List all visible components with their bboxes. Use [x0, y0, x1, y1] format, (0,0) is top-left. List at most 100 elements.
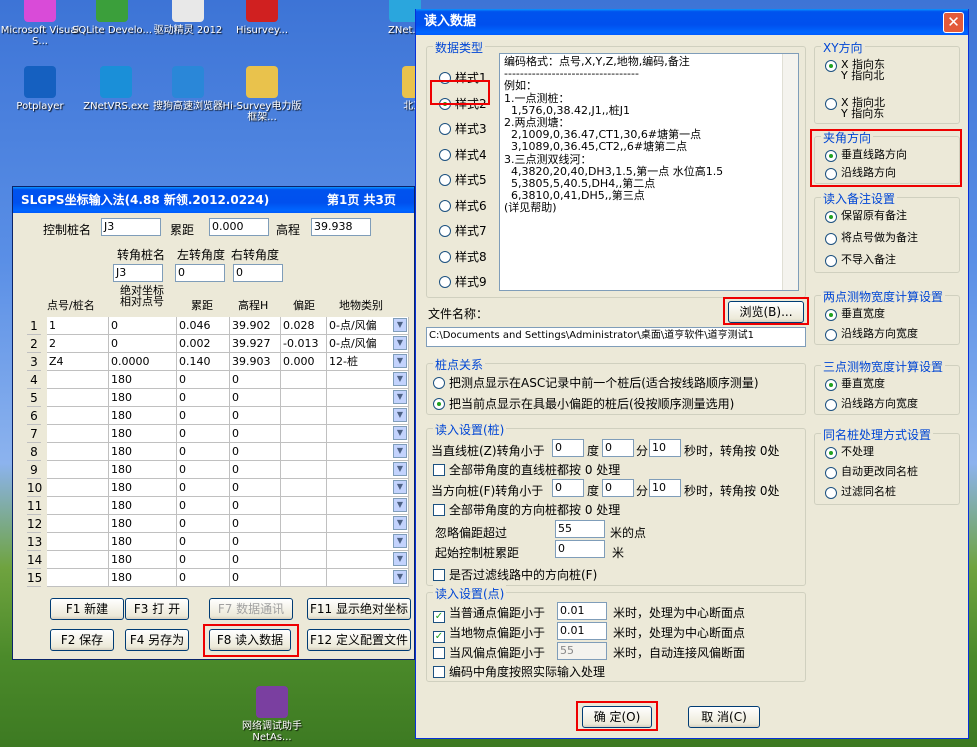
style-radio[interactable]: 样式5 [439, 171, 487, 188]
chk-code[interactable]: 编码中角度按照实际输入处理 [433, 663, 605, 680]
grid-cell[interactable]: 0 [177, 533, 230, 551]
grid-cell[interactable]: 39.902 [230, 317, 281, 335]
grid-cell[interactable]: 0 [230, 443, 281, 461]
slgps-button[interactable]: F12 定义配置文件 [307, 629, 411, 651]
slgps-button[interactable]: F3 打 开 [125, 598, 189, 620]
pt-row-input[interactable]: 0.01 [557, 602, 607, 620]
desktop-icon[interactable]: Potplayer [0, 66, 80, 112]
chk-dir[interactable]: 全部带角度的方向桩都按 0 处理 [433, 501, 620, 518]
grid-cell[interactable]: 0 [109, 335, 177, 353]
grid-cell[interactable]: 180 [109, 497, 177, 515]
desktop-icon[interactable]: 网络调试助手 NetAs... [232, 686, 312, 743]
pile-option-2[interactable]: 把当前点显示在具最小偏距的桩后(役按顺序测量选用) [433, 395, 734, 412]
grid-cell[interactable]: 0 [230, 461, 281, 479]
grid-cell[interactable] [47, 515, 109, 533]
grid-cell[interactable] [47, 479, 109, 497]
grid-cell[interactable]: Z4 [47, 353, 109, 371]
pt-row[interactable]: ✓ 当地物点偏距小于 [433, 624, 545, 643]
grid-cell[interactable]: 180 [109, 425, 177, 443]
grid-cell[interactable]: 0 [177, 461, 230, 479]
style-radio[interactable]: 样式3 [439, 120, 487, 137]
chevron-down-icon[interactable]: ▼ [393, 444, 407, 458]
grid-cell[interactable]: 0.140 [177, 353, 230, 371]
grid-cell[interactable]: 0 [230, 371, 281, 389]
straight-deg-input[interactable]: 0 [552, 439, 584, 457]
dir-min-input[interactable]: 0 [602, 479, 634, 497]
xy-direction-group-option[interactable]: X 指向东 Y 指向北 [825, 59, 885, 81]
style-radio[interactable]: 样式8 [439, 248, 487, 265]
right-angle-input[interactable]: 0 [233, 264, 283, 282]
grid-cell[interactable]: 0 [177, 569, 230, 587]
slgps-button[interactable]: F1 新建 [50, 598, 124, 620]
grid-cell[interactable] [47, 551, 109, 569]
grid-cell[interactable]: 0 [177, 515, 230, 533]
chevron-down-icon[interactable]: ▼ [393, 336, 407, 350]
chevron-down-icon[interactable]: ▼ [393, 408, 407, 422]
grid-cell[interactable] [47, 461, 109, 479]
dist-input[interactable]: 0.000 [209, 218, 269, 236]
three-point-width-group-option[interactable]: 垂直宽度 [825, 378, 885, 392]
grid-cell[interactable] [281, 371, 327, 389]
desktop-icon[interactable]: SQLite Develo... [72, 0, 152, 36]
grid-cell[interactable]: 0 [177, 479, 230, 497]
grid-cell[interactable]: 180 [109, 461, 177, 479]
pile-option-1[interactable]: 把测点显示在ASC记录中前一个桩后(适合按线路顺序测量) [433, 374, 759, 391]
pt-row-input[interactable]: 55 [557, 642, 607, 660]
grid-cell[interactable]: 0 [230, 407, 281, 425]
grid-cell[interactable] [281, 569, 327, 587]
description-scrollbar[interactable] [782, 54, 798, 290]
grid-cell[interactable]: 0 [230, 515, 281, 533]
chevron-down-icon[interactable]: ▼ [393, 390, 407, 404]
cancel-button[interactable]: 取 消(C) [688, 706, 760, 728]
grid-cell[interactable] [281, 497, 327, 515]
chevron-down-icon[interactable]: ▼ [393, 480, 407, 494]
chevron-down-icon[interactable]: ▼ [393, 462, 407, 476]
grid-cell[interactable]: 0 [230, 479, 281, 497]
grid-cell[interactable]: 0 [177, 407, 230, 425]
grid-cell[interactable] [47, 389, 109, 407]
chk-straight[interactable]: 全部带角度的直线桩都按 0 处理 [433, 461, 620, 478]
grid-cell[interactable]: 0 [177, 425, 230, 443]
grid-cell[interactable]: 180 [109, 371, 177, 389]
chevron-down-icon[interactable]: ▼ [393, 534, 407, 548]
ignore-input[interactable]: 55 [555, 520, 605, 538]
start-input[interactable]: 0 [555, 540, 605, 558]
dir-sec-input[interactable]: 10 [649, 479, 681, 497]
same-name-pile-group-option[interactable]: 自动更改同名桩 [825, 466, 918, 480]
grid-cell[interactable] [281, 479, 327, 497]
grid-cell[interactable]: 0.000 [281, 353, 327, 371]
style-radio[interactable]: 样式6 [439, 197, 487, 214]
grid-cell[interactable]: 0 [177, 389, 230, 407]
grid-cell[interactable]: 0.002 [177, 335, 230, 353]
grid-cell[interactable]: 0 [230, 425, 281, 443]
grid-cell[interactable] [47, 443, 109, 461]
grid-cell[interactable]: 0 [177, 551, 230, 569]
chevron-down-icon[interactable]: ▼ [393, 570, 407, 584]
elev-input[interactable]: 39.938 [311, 218, 371, 236]
remark-group-option[interactable]: 将点号做为备注 [825, 232, 918, 246]
grid-cell[interactable]: 0.028 [281, 317, 327, 335]
slgps-button[interactable]: F7 数据通讯 [209, 598, 293, 620]
style-radio[interactable]: 样式7 [439, 222, 487, 239]
grid-cell[interactable] [47, 371, 109, 389]
grid-cell[interactable]: 180 [109, 443, 177, 461]
chevron-down-icon[interactable]: ▼ [393, 498, 407, 512]
grid-cell[interactable]: 0 [230, 569, 281, 587]
grid-cell[interactable] [47, 569, 109, 587]
desktop-icon[interactable]: ZNetVRS.exe [76, 66, 156, 112]
grid-cell[interactable]: 0 [230, 389, 281, 407]
grid-cell[interactable] [281, 407, 327, 425]
chk-filter[interactable]: 是否过滤线路中的方向桩(F) [433, 566, 597, 583]
same-name-pile-group-option[interactable]: 过滤同名桩 [825, 486, 896, 500]
xy-direction-group-option[interactable]: X 指向北 Y 指向东 [825, 97, 885, 119]
same-name-pile-group-option[interactable]: 不处理 [825, 446, 874, 460]
grid-cell[interactable]: 0 [177, 371, 230, 389]
grid-cell[interactable] [281, 515, 327, 533]
grid-cell[interactable] [47, 497, 109, 515]
ctrl-input[interactable]: J3 [101, 218, 161, 236]
pt-row-input[interactable]: 0.01 [557, 622, 607, 640]
grid-cell[interactable]: 180 [109, 569, 177, 587]
desktop-icon[interactable]: 搜狗高速浏览器 [148, 66, 228, 112]
style-radio[interactable]: 样式4 [439, 146, 487, 163]
grid-cell[interactable] [47, 407, 109, 425]
